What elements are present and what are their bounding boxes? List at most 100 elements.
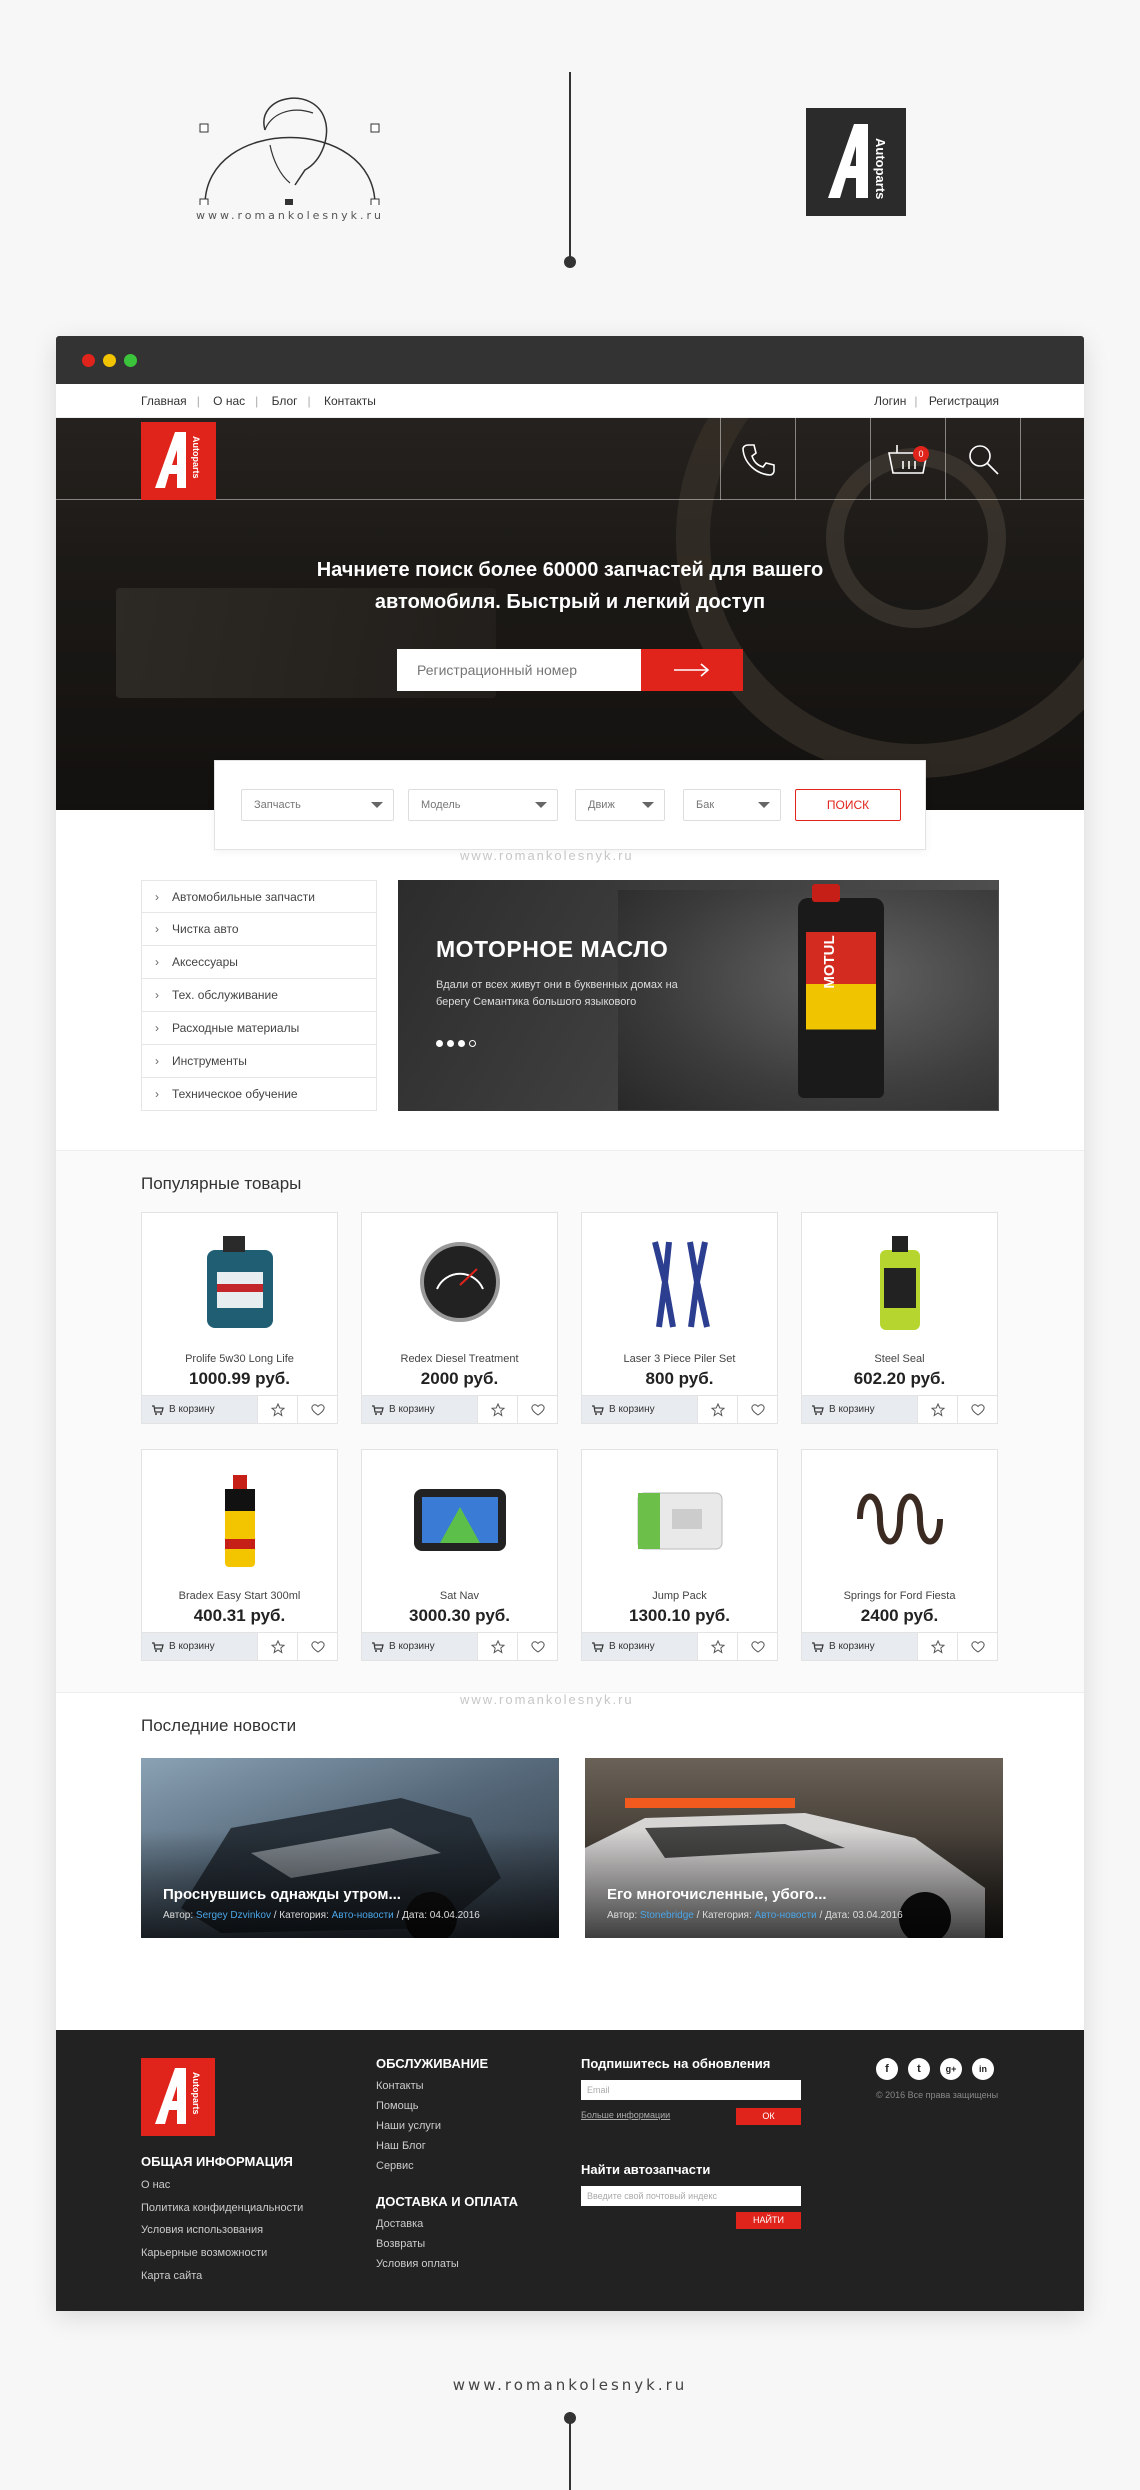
spring-icon[interactable] <box>850 1466 950 1572</box>
slider-dot[interactable] <box>447 1040 454 1047</box>
site-logo[interactable]: Autoparts <box>141 422 216 500</box>
pliers-icon[interactable] <box>630 1229 730 1335</box>
news-author-link[interactable]: Stonebridge <box>640 1910 694 1921</box>
wishlist-heart-button[interactable] <box>737 1396 777 1423</box>
product-card[interactable]: Laser 3 Piece Piler Set 800 руб. В корзину <box>581 1212 778 1424</box>
favorite-star-button[interactable] <box>477 1633 517 1660</box>
footer-link[interactable]: О нас <box>141 2179 170 2191</box>
footer-logo[interactable]: Autoparts <box>141 2058 215 2136</box>
find-parts-button[interactable]: НАЙТИ <box>736 2212 801 2229</box>
battery-pack-icon[interactable] <box>630 1466 730 1572</box>
category-item[interactable]: › Аксессуары <box>141 946 377 979</box>
footer-link[interactable]: Наш Блог <box>376 2140 426 2152</box>
favorite-star-button[interactable] <box>257 1633 297 1660</box>
footer-link[interactable]: Возвраты <box>376 2238 425 2250</box>
footer-link[interactable]: Карьерные возможности <box>141 2247 267 2259</box>
footer-link[interactable]: Условия использования <box>141 2224 263 2236</box>
category-item[interactable]: › Чистка авто <box>141 913 377 946</box>
footer-link[interactable]: Политика конфиденциальности <box>141 2202 303 2214</box>
add-to-cart-button[interactable]: В корзину <box>582 1396 697 1423</box>
wishlist-heart-button[interactable] <box>957 1396 997 1423</box>
news-title[interactable]: Проснувшись однажды утром... <box>163 1886 401 1903</box>
favorite-star-button[interactable] <box>257 1396 297 1423</box>
part-select[interactable]: Запчасть <box>241 789 394 821</box>
add-to-cart-button[interactable]: В корзину <box>362 1633 477 1660</box>
product-card[interactable]: Springs for Ford Fiesta 2400 руб. В корзин… <box>801 1449 998 1661</box>
product-card[interactable]: Prolife 5w30 Long Life 1000.99 руб. В корз… <box>141 1212 338 1424</box>
favorite-star-button[interactable] <box>477 1396 517 1423</box>
engine-select[interactable]: Движ <box>575 789 665 821</box>
category-item[interactable]: › Автомобильные запчасти <box>141 880 377 913</box>
postal-code-input[interactable]: Введите свой почтовый индекс <box>581 2186 801 2206</box>
google-plus-icon[interactable]: g+ <box>940 2058 962 2080</box>
product-card[interactable]: Sat Nav 3000.30 руб. В корзину <box>361 1449 558 1661</box>
cart-button[interactable]: 0 <box>870 418 945 500</box>
close-window-button[interactable] <box>82 354 95 367</box>
registration-number-input[interactable] <box>397 649 641 691</box>
register-link[interactable]: Регистрация <box>929 394 999 408</box>
maximize-window-button[interactable] <box>124 354 137 367</box>
product-card[interactable]: Bradex Easy Start 300ml 400.31 руб. В корз… <box>141 1449 338 1661</box>
footer-link[interactable]: Карта сайта <box>141 2270 202 2282</box>
product-card[interactable]: Redex Diesel Treatment 2000 руб. В корзину <box>361 1212 558 1424</box>
gps-icon[interactable] <box>410 1466 510 1572</box>
news-author-link[interactable]: Sergey Dzvinkov <box>196 1910 271 1921</box>
login-link[interactable]: Логин <box>874 394 906 408</box>
phone-button[interactable] <box>720 418 795 500</box>
wishlist-heart-button[interactable] <box>297 1633 337 1660</box>
product-name[interactable]: Jump Pack <box>582 1590 777 1602</box>
slider-dot[interactable] <box>436 1040 443 1047</box>
footer-link[interactable]: Наши услуги <box>376 2120 441 2132</box>
product-name[interactable]: Prolife 5w30 Long Life <box>142 1353 337 1365</box>
favorite-star-button[interactable] <box>697 1396 737 1423</box>
nav-home-link[interactable]: Главная <box>141 394 187 408</box>
product-name[interactable]: Sat Nav <box>362 1590 557 1602</box>
wishlist-heart-button[interactable] <box>737 1633 777 1660</box>
footer-link[interactable]: Условия оплаты <box>376 2258 459 2270</box>
favorite-star-button[interactable] <box>697 1633 737 1660</box>
twitter-icon[interactable]: t <box>908 2058 930 2080</box>
more-info-link[interactable]: Больше информации <box>581 2110 670 2120</box>
nav-contacts-link[interactable]: Контакты <box>324 394 376 408</box>
subscribe-email-input[interactable]: Email <box>581 2080 801 2100</box>
product-card[interactable]: Jump Pack 1300.10 руб. В корзину <box>581 1449 778 1661</box>
footer-link[interactable]: Доставка <box>376 2218 423 2230</box>
subscribe-ok-button[interactable]: ОК <box>736 2108 801 2125</box>
bottle-icon[interactable] <box>850 1229 950 1335</box>
news-card[interactable]: Его многочисленные, убого... Автор: Ston… <box>585 1758 1003 1938</box>
category-item[interactable]: › Инструменты <box>141 1045 377 1078</box>
category-item[interactable]: › Техническое обучение <box>141 1078 377 1111</box>
news-category-link[interactable]: Авто-новости <box>755 1910 817 1921</box>
news-category-link[interactable]: Авто-новости <box>332 1910 394 1921</box>
model-select[interactable]: Модель <box>408 789 558 821</box>
add-to-cart-button[interactable]: В корзину <box>802 1396 917 1423</box>
add-to-cart-button[interactable]: В корзину <box>362 1396 477 1423</box>
add-to-cart-button[interactable]: В корзину <box>142 1396 257 1423</box>
news-card[interactable]: Проснувшись однажды утром... Автор: Serg… <box>141 1758 559 1938</box>
favorite-star-button[interactable] <box>917 1396 957 1423</box>
oil-canister-icon[interactable] <box>190 1229 290 1335</box>
footer-link[interactable]: Помощь <box>376 2100 419 2112</box>
product-name[interactable]: Steel Seal <box>802 1353 997 1365</box>
product-name[interactable]: Bradex Easy Start 300ml <box>142 1590 337 1602</box>
promo-slider[interactable]: МОТОРНОЕ МАСЛО Вдали от всех живут они в… <box>398 880 999 1111</box>
gauge-icon[interactable] <box>410 1229 510 1335</box>
category-item[interactable]: › Тех. обслуживание <box>141 979 377 1012</box>
filter-search-button[interactable]: ПОИСК <box>795 789 901 821</box>
product-name[interactable]: Laser 3 Piece Piler Set <box>582 1353 777 1365</box>
product-name[interactable]: Redex Diesel Treatment <box>362 1353 557 1365</box>
footer-link[interactable]: Сервис <box>376 2160 414 2172</box>
add-to-cart-button[interactable]: В корзину <box>142 1633 257 1660</box>
slider-dot[interactable] <box>469 1040 476 1047</box>
category-item[interactable]: › Расходные материалы <box>141 1012 377 1045</box>
wishlist-heart-button[interactable] <box>297 1396 337 1423</box>
wishlist-heart-button[interactable] <box>517 1396 557 1423</box>
add-to-cart-button[interactable]: В корзину <box>802 1633 917 1660</box>
spray-can-icon[interactable] <box>190 1466 290 1572</box>
favorite-star-button[interactable] <box>917 1633 957 1660</box>
footer-link[interactable]: Контакты <box>376 2080 424 2092</box>
news-title[interactable]: Его многочисленные, убого... <box>607 1886 827 1903</box>
product-name[interactable]: Springs for Ford Fiesta <box>802 1590 997 1602</box>
add-to-cart-button[interactable]: В корзину <box>582 1633 697 1660</box>
linkedin-icon[interactable]: in <box>972 2058 994 2080</box>
